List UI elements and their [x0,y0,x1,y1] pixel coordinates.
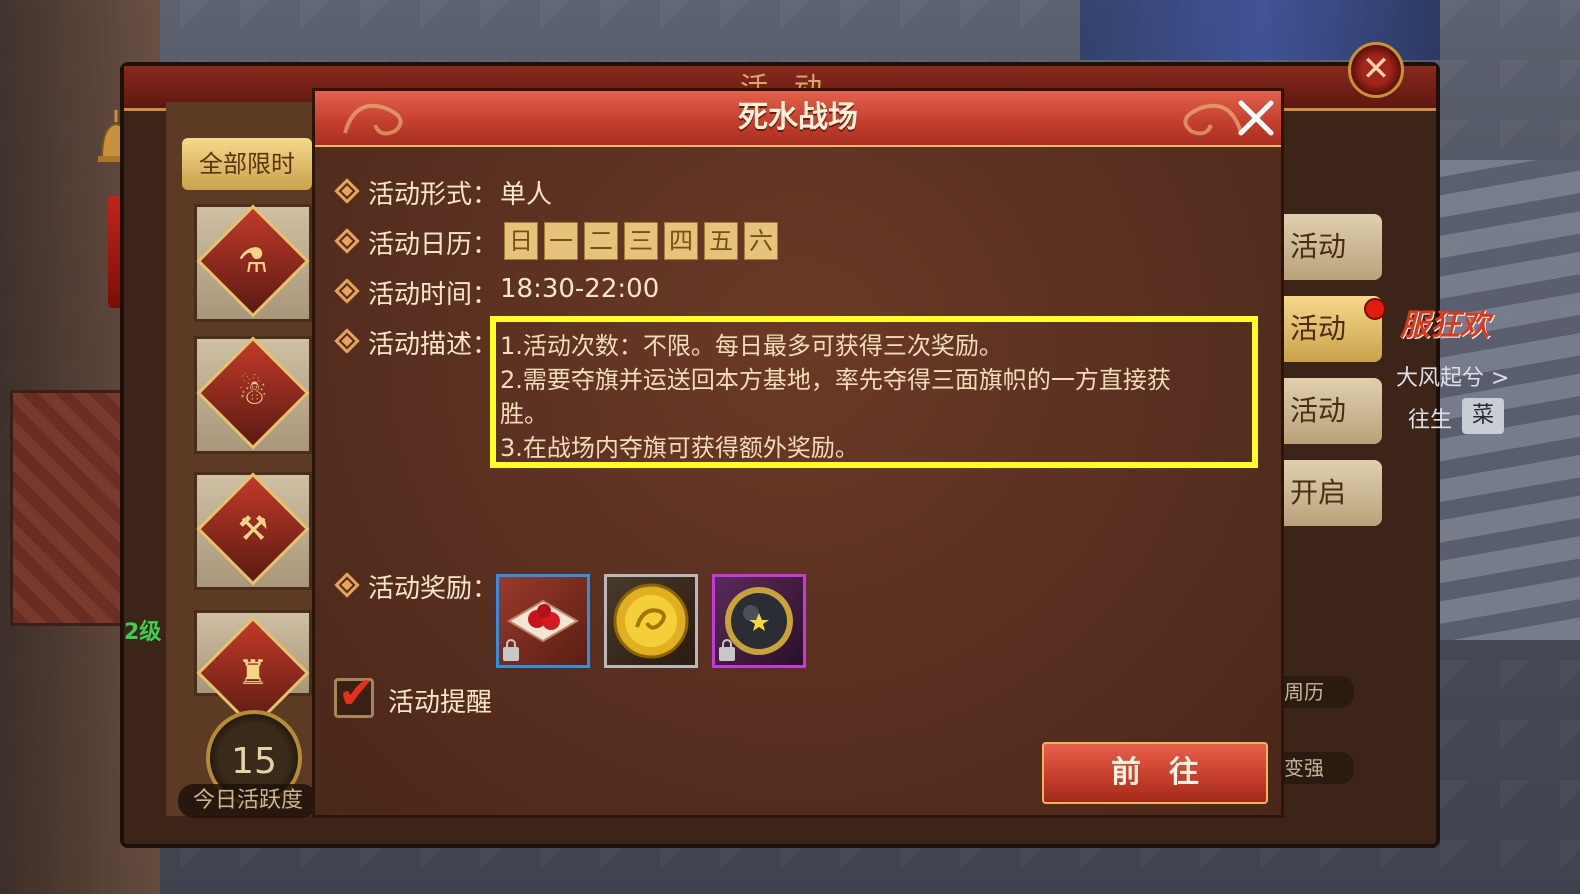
menu-badge[interactable]: 菜 [1462,398,1504,434]
calendar-day: 一 [544,222,578,260]
level-label: 2级 [124,620,162,645]
calendar-label: 活动日历： [368,230,499,260]
lock-icon [503,639,519,661]
reward-label: 活动奖励： [368,574,499,604]
description-line: 1.活动次数：不限。每日最多可获得三次奖励。 [500,332,1003,360]
gold-coin-icon [613,583,689,659]
form-value: 单人 [500,180,553,210]
time-label: 活动时间： [368,280,499,310]
reminder-label: 活动提醒 [388,688,493,718]
side-text: 往生 [1408,408,1453,433]
calendar-day: 六 [744,222,778,260]
description-line: 胜。 [500,400,548,428]
reward-item-2[interactable] [604,574,698,668]
right-tab-4[interactable]: 开启 [1284,460,1382,526]
description-line: 3.在战场内夺旗可获得额外奖励。 [500,434,859,462]
calendar-day: 五 [704,222,738,260]
go-button[interactable]: 前往 [1042,742,1268,804]
panel-close-icon[interactable]: ✕ [1348,42,1404,98]
become-stronger-link[interactable]: 变强 [1284,752,1354,784]
calendar-day: 四 [664,222,698,260]
potion-icon: ⚗ [196,204,310,318]
lock-icon [719,639,735,661]
description-line: 2.需要夺旗并运送回本方基地，率先夺得三面旗帜的一方直接获 [500,366,1171,394]
axe-icon: ⚒ [196,472,310,586]
form-label: 活动形式： [368,180,499,210]
checkmark-icon: ✔ [338,668,375,719]
description-label: 活动描述： [368,330,499,360]
reward-item-1[interactable] [496,574,590,668]
time-value: 18:30-22:00 [500,274,660,304]
calendar-day: 日 [504,222,538,260]
activity-list-item[interactable]: ☃ [194,336,312,454]
close-icon[interactable] [1233,95,1279,141]
side-link[interactable]: 大风起兮 > [1396,360,1509,392]
activity-list-item[interactable]: ⚗ [194,204,312,322]
right-tab-1[interactable]: 活动 [1284,214,1382,280]
filter-all-limited-button[interactable]: 全部限时 [182,138,312,190]
dialog-title: 死水战场 [738,100,858,135]
calendar-day: 二 [584,222,618,260]
activity-list-item[interactable]: ⚒ [194,472,312,590]
right-tab-3[interactable]: 活动 [1284,378,1382,444]
event-logo[interactable]: 服狂欢 [1400,300,1490,344]
weekly-calendar-link[interactable]: 周历 [1284,676,1354,708]
reward-item-3[interactable] [712,574,806,668]
activity-list-item[interactable]: ♜ [194,610,312,730]
activity-score-label: 今日活跃度 [178,784,318,818]
notification-dot [1364,298,1386,320]
calendar-day: 三 [624,222,658,260]
santa-icon: ☃ [196,336,310,450]
